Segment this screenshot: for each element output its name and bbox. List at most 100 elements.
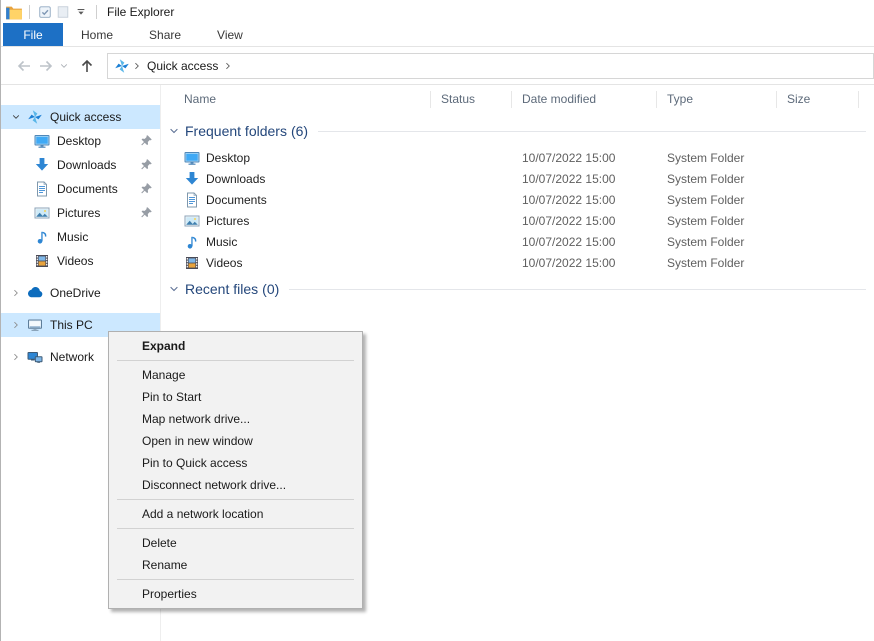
chevron-right-icon[interactable]: [8, 352, 24, 362]
menu-item-properties[interactable]: Properties: [109, 583, 362, 605]
table-row-music[interactable]: Music 10/07/2022 15:00 System Folder: [162, 231, 874, 252]
row-type: System Folder: [657, 147, 777, 168]
column-header-type[interactable]: Type: [657, 85, 777, 113]
chevron-right-icon[interactable]: [8, 320, 24, 330]
sidebar-item-onedrive[interactable]: OneDrive: [1, 281, 160, 305]
sidebar-item-label: Music: [57, 230, 88, 244]
row-type: System Folder: [657, 252, 777, 273]
table-row-downloads[interactable]: Downloads 10/07/2022 15:00 System Folder: [162, 168, 874, 189]
file-explorer-logo-icon[interactable]: [5, 3, 23, 21]
title-bar: File Explorer: [1, 0, 874, 23]
row-status: [431, 210, 512, 231]
row-name: Downloads: [206, 172, 265, 186]
sidebar-item-label: Downloads: [57, 158, 116, 172]
column-header-status[interactable]: Status: [431, 85, 512, 113]
chevron-down-icon[interactable]: [168, 283, 182, 295]
group-header-recent-files[interactable]: Recent files (0): [162, 276, 874, 302]
menu-separator: [117, 360, 354, 361]
row-size: [777, 189, 859, 210]
pin-icon: [140, 134, 153, 147]
customize-quick-access-toolbar-icon[interactable]: [72, 3, 90, 21]
tab-share[interactable]: Share: [131, 23, 199, 46]
row-type: System Folder: [657, 210, 777, 231]
toolbar-separator: [29, 5, 30, 19]
menu-item-open-in-new-window[interactable]: Open in new window: [109, 430, 362, 452]
row-size: [777, 252, 859, 273]
menu-item-add-a-network-location[interactable]: Add a network location: [109, 503, 362, 525]
column-header-row: Name Status Date modified Type Size: [162, 85, 874, 113]
music-note-icon: [184, 234, 200, 250]
tab-home[interactable]: Home: [63, 23, 131, 46]
breadcrumb-chevron-icon[interactable]: [223, 61, 233, 71]
row-type: System Folder: [657, 231, 777, 252]
row-size: [777, 210, 859, 231]
group-count: (0): [262, 281, 279, 297]
menu-item-delete[interactable]: Delete: [109, 532, 362, 554]
navigation-bar: Quick access: [1, 47, 874, 85]
sidebar-item-pictures[interactable]: Pictures: [1, 201, 160, 225]
row-status: [431, 147, 512, 168]
recent-locations-dropdown[interactable]: [57, 54, 71, 78]
group-header-rule: [318, 131, 866, 132]
table-row-documents[interactable]: Documents 10/07/2022 15:00 System Folder: [162, 189, 874, 210]
breadcrumb-quick-access[interactable]: Quick access: [147, 59, 218, 73]
pin-icon: [140, 206, 153, 219]
menu-item-expand[interactable]: Expand: [109, 335, 362, 357]
sidebar-item-videos[interactable]: Videos: [1, 249, 160, 273]
sidebar-item-downloads[interactable]: Downloads: [1, 153, 160, 177]
sidebar-item-quick-access[interactable]: Quick access: [1, 105, 160, 129]
menu-item-manage[interactable]: Manage: [109, 364, 362, 386]
menu-separator: [117, 528, 354, 529]
chevron-right-icon[interactable]: [8, 288, 24, 298]
menu-item-rename[interactable]: Rename: [109, 554, 362, 576]
downloads-arrow-icon: [34, 157, 50, 173]
group-header-frequent-folders[interactable]: Frequent folders (6): [162, 118, 874, 144]
tab-view[interactable]: View: [199, 23, 261, 46]
frequent-folders-rows: Desktop 10/07/2022 15:00 System Folder D…: [162, 147, 874, 273]
column-header-name[interactable]: Name: [162, 85, 431, 113]
back-button[interactable]: [13, 54, 35, 78]
row-size: [777, 231, 859, 252]
ribbon-tab-bar: File Home Share View: [1, 23, 874, 47]
music-note-icon: [34, 229, 50, 245]
breadcrumb-chevron-icon[interactable]: [132, 61, 142, 71]
row-name: Music: [206, 235, 237, 249]
desktop-monitor-icon: [184, 150, 200, 166]
chevron-down-icon[interactable]: [8, 112, 24, 122]
table-row-videos[interactable]: Videos 10/07/2022 15:00 System Folder: [162, 252, 874, 273]
column-header-date-modified[interactable]: Date modified: [512, 85, 657, 113]
toolbar-separator: [96, 5, 97, 19]
properties-icon[interactable]: [36, 3, 54, 21]
film-strip-icon: [184, 255, 200, 271]
row-date-modified: 10/07/2022 15:00: [512, 147, 657, 168]
column-header-size[interactable]: Size: [777, 85, 859, 113]
document-page-icon: [184, 192, 200, 208]
menu-item-pin-to-start[interactable]: Pin to Start: [109, 386, 362, 408]
film-strip-icon: [34, 253, 50, 269]
forward-button[interactable]: [35, 54, 57, 78]
row-status: [431, 168, 512, 189]
menu-item-map-network-drive[interactable]: Map network drive...: [109, 408, 362, 430]
row-name: Videos: [206, 256, 242, 270]
new-folder-icon[interactable]: [54, 3, 72, 21]
sidebar-item-music[interactable]: Music: [1, 225, 160, 249]
quick-access-star-icon: [114, 58, 130, 74]
chevron-down-icon[interactable]: [168, 125, 182, 137]
row-name: Pictures: [206, 214, 249, 228]
table-row-pictures[interactable]: Pictures 10/07/2022 15:00 System Folder: [162, 210, 874, 231]
table-row-desktop[interactable]: Desktop 10/07/2022 15:00 System Folder: [162, 147, 874, 168]
up-button[interactable]: [75, 54, 99, 78]
sidebar-item-label: Quick access: [50, 110, 121, 124]
menu-separator: [117, 579, 354, 580]
sidebar-item-desktop[interactable]: Desktop: [1, 129, 160, 153]
quick-access-star-icon: [27, 109, 43, 125]
row-date-modified: 10/07/2022 15:00: [512, 252, 657, 273]
tab-file[interactable]: File: [3, 23, 63, 46]
row-date-modified: 10/07/2022 15:00: [512, 210, 657, 231]
menu-item-pin-to-quick-access[interactable]: Pin to Quick access: [109, 452, 362, 474]
menu-separator: [117, 499, 354, 500]
row-size: [777, 168, 859, 189]
sidebar-item-documents[interactable]: Documents: [1, 177, 160, 201]
menu-item-disconnect-network-drive[interactable]: Disconnect network drive...: [109, 474, 362, 496]
address-bar[interactable]: Quick access: [107, 53, 874, 79]
